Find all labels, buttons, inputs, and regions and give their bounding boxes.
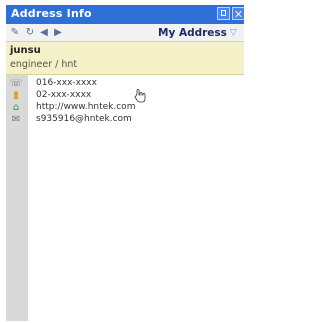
forward-icon[interactable]: ▶	[52, 26, 64, 38]
entry-value[interactable]: s935916@hntek.com	[36, 113, 132, 125]
contact-name: junsu	[10, 45, 41, 56]
mobile-icon: ▮	[13, 89, 19, 101]
email-icon: ✉	[11, 113, 21, 125]
contact-header: junsu engineer / hnt	[6, 42, 244, 75]
entry-homepage[interactable]: ⌂ http://www.hntek.com	[6, 101, 244, 113]
refresh-icon[interactable]: ↻	[24, 26, 36, 38]
window-title: Address Info	[11, 7, 92, 20]
entry-value[interactable]: http://www.hntek.com	[36, 101, 135, 113]
address-info-window: Address Info ✎ ↻ ◀ ▶ My Address ▽ junsu …	[6, 5, 244, 321]
entry-mobile[interactable]: ▮ 02-xxx-xxxx	[6, 89, 244, 101]
entry-email[interactable]: ✉ s935916@hntek.com	[6, 113, 244, 125]
edit-icon[interactable]: ✎	[9, 26, 21, 38]
address-book-dropdown[interactable]: My Address ▽	[158, 25, 237, 40]
dropdown-label: My Address	[158, 26, 227, 39]
contact-entries: ☏ 016-xxx-xxxx ▮ 02-xxx-xxxx ⌂ http://ww…	[6, 77, 244, 125]
entry-phone[interactable]: ☏ 016-xxx-xxxx	[6, 77, 244, 89]
restore-button[interactable]	[217, 7, 230, 20]
hand-cursor-icon	[134, 89, 146, 103]
close-button[interactable]	[232, 7, 244, 20]
back-icon[interactable]: ◀	[38, 26, 50, 38]
entry-value[interactable]: 016-xxx-xxxx	[36, 77, 97, 89]
contact-job: engineer / hnt	[10, 59, 78, 70]
home-icon: ⌂	[12, 101, 20, 113]
phone-icon: ☏	[9, 77, 23, 89]
chevron-down-icon[interactable]: ▽	[230, 28, 237, 38]
entry-value[interactable]: 02-xxx-xxxx	[36, 89, 91, 101]
toolbar: ✎ ↻ ◀ ▶ My Address ▽	[6, 24, 244, 42]
title-bar[interactable]: Address Info	[6, 5, 244, 24]
